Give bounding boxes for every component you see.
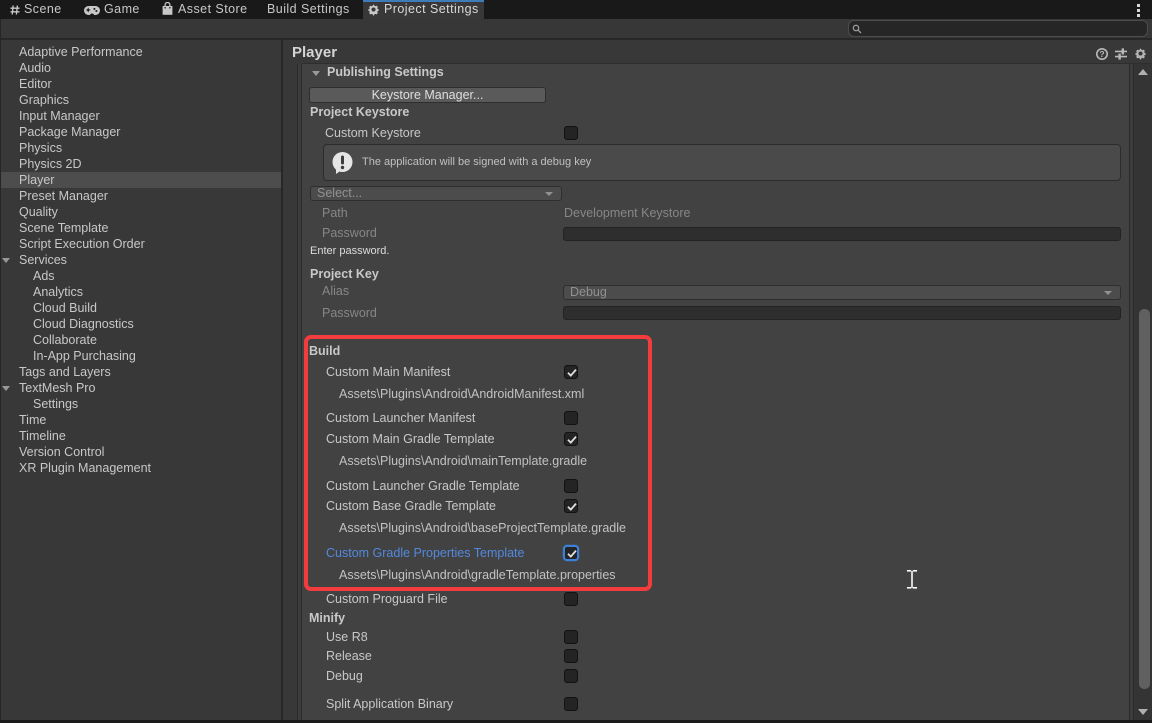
svg-text:?: ? (1099, 49, 1104, 59)
